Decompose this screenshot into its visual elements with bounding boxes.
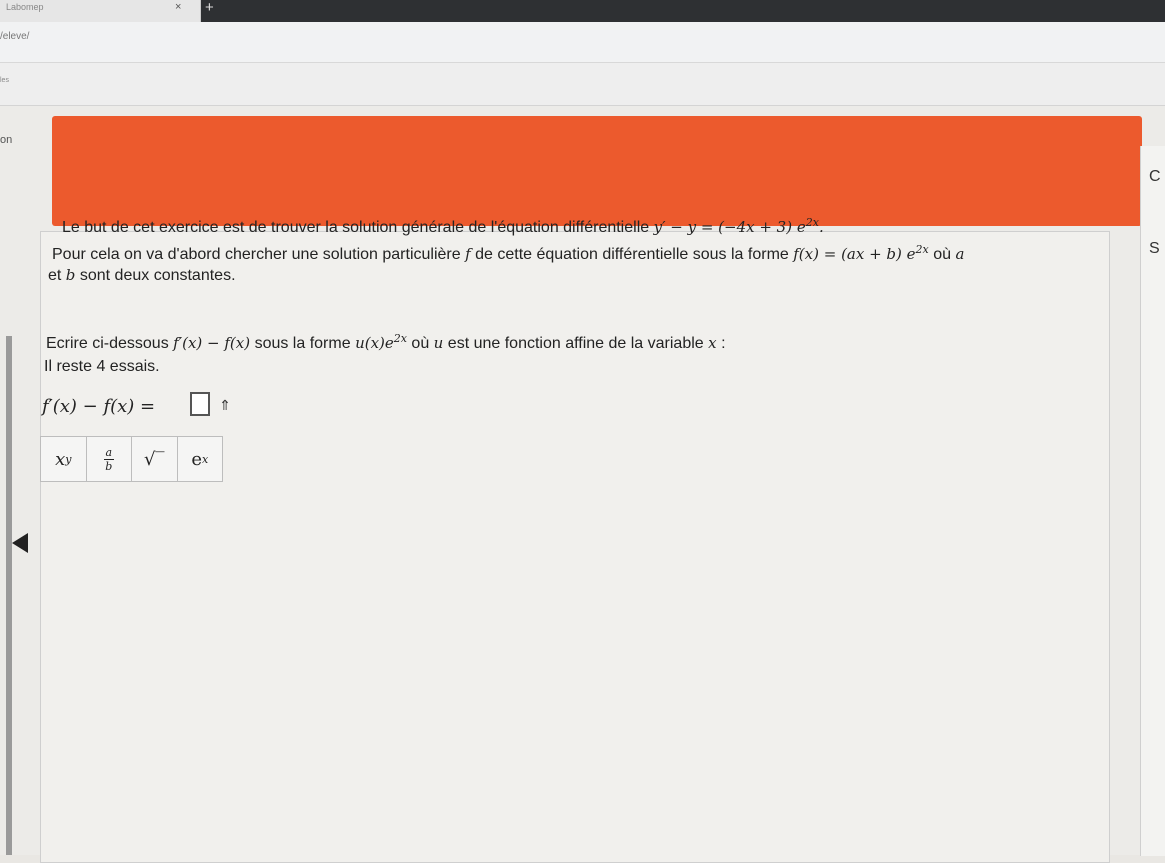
fraction-button[interactable]: a b (87, 437, 132, 481)
answer-input[interactable] (190, 392, 210, 416)
statement-text: : (721, 335, 726, 352)
address-bar[interactable]: /eleve/ (0, 22, 1165, 63)
statement-text: Ecrire ci-dessous (46, 335, 169, 352)
statement-text: est une fonction affine de la variable (447, 335, 704, 352)
statement-line-1: Le but de cet exercice est de trouver la… (62, 216, 824, 237)
page-area: on C S Le but de cet exercice est de tro… (0, 106, 1165, 863)
tab-title: Labomep (6, 2, 44, 12)
bookmarks-bar: les (0, 63, 1165, 106)
browser-tab-strip-dark (200, 0, 1165, 22)
browser-tab[interactable]: Labomep × (0, 0, 201, 22)
math-toolbar: xy a b √‾ ex (40, 436, 223, 482)
statement-text: sous la forme (254, 335, 351, 352)
math-b: b (65, 266, 76, 284)
statement-text: et (48, 267, 62, 284)
shift-up-button[interactable]: ⇑ (216, 394, 234, 416)
math-expression: f′(x) − f(x) (173, 334, 251, 352)
statement-line-3: et b sont deux constantes. (48, 266, 236, 285)
fraction-icon: a b (103, 445, 114, 473)
statement-line-2: Pour cela on va d'abord chercher une sol… (52, 243, 964, 264)
sqrt-icon: √‾ (144, 448, 165, 470)
particular-solution-form: f(x) = (ax + b) e2x (793, 243, 929, 263)
target-form: u(x)e2x (355, 332, 407, 352)
tab-close-button[interactable]: × (175, 1, 181, 13)
math-f: f (465, 245, 471, 263)
statement-line-4: Ecrire ci-dessous f′(x) − f(x) sous la f… (46, 332, 726, 353)
section-label: on (0, 134, 13, 146)
collapse-arrow-icon[interactable] (12, 533, 28, 553)
answer-label: f′(x) − f(x) = (42, 396, 156, 417)
math-u: u (433, 334, 444, 352)
side-letter-c: C (1149, 168, 1161, 185)
math-a: a (955, 245, 965, 263)
sqrt-button[interactable]: √‾ (132, 437, 178, 481)
side-letter-s: S (1149, 240, 1160, 257)
math-x: x (708, 334, 717, 352)
exercise-panel (40, 231, 1110, 863)
new-tab-button[interactable]: + (205, 0, 214, 16)
exercise-banner (52, 116, 1142, 226)
differential-equation: y′ − y = (−4x + 3) e2x. (653, 216, 824, 236)
side-panel: C S (1140, 146, 1165, 856)
statement-text: Pour cela on va d'abord chercher une sol… (52, 246, 461, 263)
bookmark-item[interactable]: les (0, 77, 9, 84)
statement-text: où (933, 246, 951, 263)
url-text: /eleve/ (0, 31, 30, 42)
left-rail (6, 336, 12, 855)
exponential-button[interactable]: ex (178, 437, 223, 481)
power-button[interactable]: xy (41, 437, 87, 481)
statement-text: où (411, 335, 430, 352)
statement-text: de cette équation différentielle sous la… (475, 246, 789, 263)
statement-text: Le but de cet exercice est de trouver la… (62, 219, 650, 236)
attempts-remaining: Il reste 4 essais. (44, 358, 160, 375)
statement-text: sont deux constantes. (79, 267, 236, 284)
